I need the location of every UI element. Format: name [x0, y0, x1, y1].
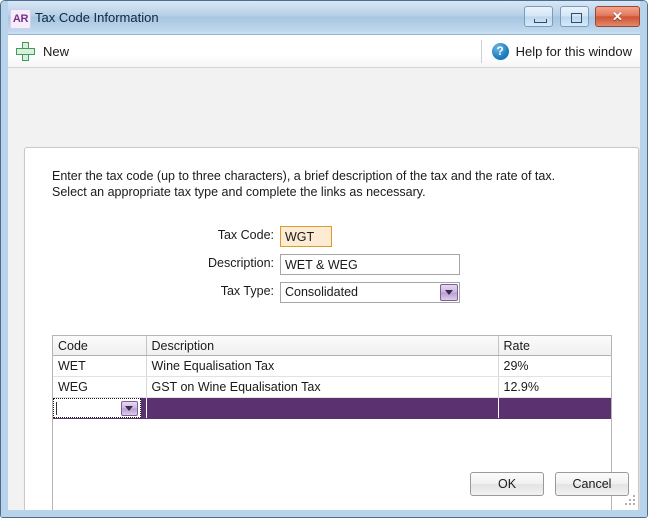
cell-code-editing[interactable]	[53, 397, 147, 419]
dialog-body: Enter the tax code (up to three characte…	[8, 68, 640, 517]
toolbar: New ? Help for this window	[8, 35, 640, 68]
cell-rate[interactable]: 29%	[498, 355, 611, 377]
cell-rate[interactable]: 12.9%	[498, 376, 611, 398]
question-mark-icon: ?	[491, 43, 509, 60]
cell-code[interactable]: WET	[53, 355, 147, 377]
close-icon: ✕	[612, 9, 623, 24]
chevron-down-icon[interactable]	[440, 284, 458, 301]
description-input[interactable]	[280, 254, 460, 275]
dialog-footer: OK Cancel	[8, 462, 640, 510]
column-header-description[interactable]: Description	[146, 336, 499, 356]
tax-type-label: Tax Type:	[220, 284, 274, 298]
cell-description[interactable]	[146, 397, 499, 419]
window-title: Tax Code Information	[35, 10, 159, 25]
cell-rate[interactable]	[498, 397, 611, 419]
cell-description[interactable]: Wine Equalisation Tax	[146, 355, 499, 377]
text-caret	[56, 402, 57, 415]
table-body: WET Wine Equalisation Tax 29% WEG GST on…	[53, 355, 611, 419]
description-label: Description:	[208, 256, 274, 270]
title-bar[interactable]: AR Tax Code Information ✕	[1, 1, 647, 35]
table-row[interactable]: WET Wine Equalisation Tax 29%	[53, 355, 611, 377]
close-button[interactable]: ✕	[595, 6, 640, 27]
help-link-label: Help for this window	[515, 44, 632, 59]
resize-grip[interactable]	[625, 495, 637, 507]
cell-code[interactable]: WEG	[53, 376, 147, 398]
minimize-button[interactable]	[524, 6, 554, 27]
maximize-icon	[570, 13, 582, 23]
app-logo-icon: AR	[10, 9, 31, 29]
column-header-code[interactable]: Code	[53, 336, 147, 356]
dialog-window: AR Tax Code Information ✕ New ? Help for…	[0, 0, 648, 518]
maximize-button[interactable]	[559, 6, 589, 27]
chevron-down-icon[interactable]	[120, 401, 138, 416]
ok-button[interactable]: OK	[470, 472, 544, 496]
code-cell-combo-editor[interactable]	[53, 398, 141, 418]
minimize-icon	[534, 19, 548, 23]
tax-code-label: Tax Code:	[217, 228, 274, 242]
cell-description[interactable]: GST on Wine Equalisation Tax	[146, 376, 499, 398]
window-controls: ✕	[521, 6, 640, 27]
field-row-tax-code: Tax Code:	[25, 226, 638, 247]
instruction-text: Enter the tax code (up to three characte…	[52, 169, 556, 199]
table-header-row: Code Description Rate	[53, 336, 611, 356]
tax-type-selected-value: Consolidated	[285, 285, 358, 299]
new-button-label: New	[43, 44, 70, 59]
column-header-rate[interactable]: Rate	[498, 336, 611, 356]
table-row[interactable]: WEG GST on Wine Equalisation Tax 12.9%	[53, 376, 611, 398]
table-row-selected[interactable]	[53, 397, 611, 419]
new-button[interactable]: New	[16, 38, 77, 65]
tax-type-select[interactable]: Consolidated	[280, 282, 460, 303]
tax-code-input[interactable]	[280, 226, 332, 247]
field-row-description: Description:	[25, 254, 638, 275]
help-link[interactable]: ? Help for this window	[480, 40, 632, 63]
plus-icon	[16, 42, 35, 61]
field-row-tax-type: Tax Type: Consolidated	[25, 282, 638, 303]
cancel-button[interactable]: Cancel	[555, 472, 629, 496]
